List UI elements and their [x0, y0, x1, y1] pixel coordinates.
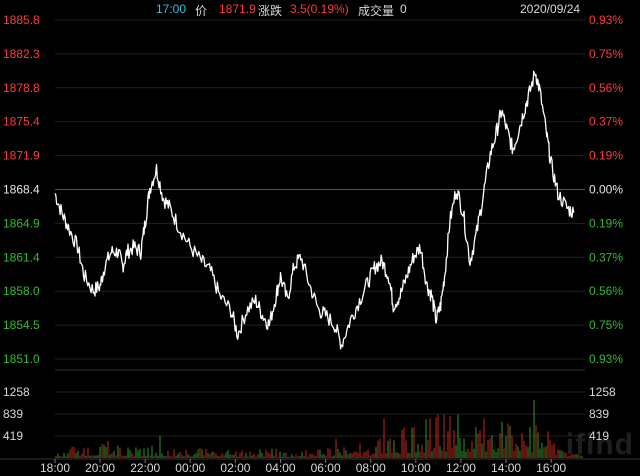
- price-tick-label: 1871.9: [3, 149, 40, 163]
- percent-tick-label: 0.37%: [589, 115, 623, 129]
- percent-tick-label: 0.19%: [589, 149, 623, 163]
- percent-tick-label: 0.19%: [589, 216, 623, 230]
- volume-tick-label: 839: [3, 407, 23, 421]
- price-tick-label: 1875.4: [3, 115, 40, 129]
- time-tick-label: 04:00: [266, 461, 296, 475]
- percent-tick-label: 0.56%: [589, 284, 623, 298]
- price-tick-label: 1878.8: [3, 81, 40, 95]
- price-tick-label: 1882.3: [3, 47, 40, 61]
- time-tick-label: 12:00: [446, 461, 476, 475]
- price-tick-label: 1854.5: [3, 318, 40, 332]
- volume-tick-label: 419: [3, 429, 23, 443]
- percent-tick-label: 0.37%: [589, 250, 623, 264]
- percent-tick-label: 0.93%: [589, 352, 623, 366]
- volume-tick-label-right: 1258: [589, 385, 616, 399]
- price-tick-label: 1868.4: [3, 183, 40, 197]
- percent-tick-label: 0.56%: [589, 81, 623, 95]
- percent-tick-label: 0.75%: [589, 47, 623, 61]
- time-tick-label: 14:00: [491, 461, 521, 475]
- price-tick-label: 1858.0: [3, 284, 40, 298]
- intraday-chart: 1885.8 0.93% 1882.3 0.75% 1878.8 0.56% 1875.4 0…: [0, 13, 640, 475]
- time-tick-label: 10:00: [401, 461, 431, 475]
- price-tick-label: 1885.8: [3, 13, 40, 27]
- time-tick-label: 02:00: [220, 461, 250, 475]
- percent-tick-label: 0.00%: [589, 183, 623, 197]
- time-tick-label: 00:00: [175, 461, 205, 475]
- volume-tick-label: 1258: [3, 385, 30, 399]
- time-tick-label: 06:00: [311, 461, 341, 475]
- watermark-logo: ifind: [565, 428, 634, 461]
- time-tick-label: 08:00: [356, 461, 386, 475]
- time-tick-label: 18:00: [40, 461, 70, 475]
- price-tick-label: 1861.4: [3, 250, 40, 264]
- price-tick-label: 1864.9: [3, 216, 40, 230]
- gold-chart-screen: GC[COMEX黄金] 17:00 价 1871.9 涨跌 3.5(0.19%)…: [0, 0, 640, 476]
- price-line: [54, 70, 575, 350]
- time-tick-label: 20:00: [85, 461, 115, 475]
- percent-tick-label: 0.93%: [589, 13, 623, 27]
- volume-tick-label-right: 839: [589, 407, 609, 421]
- price-tick-label: 1851.0: [3, 352, 40, 366]
- time-tick-label: 22:00: [130, 461, 160, 475]
- percent-tick-label: 0.75%: [589, 318, 623, 332]
- time-tick-label: 16:00: [536, 461, 566, 475]
